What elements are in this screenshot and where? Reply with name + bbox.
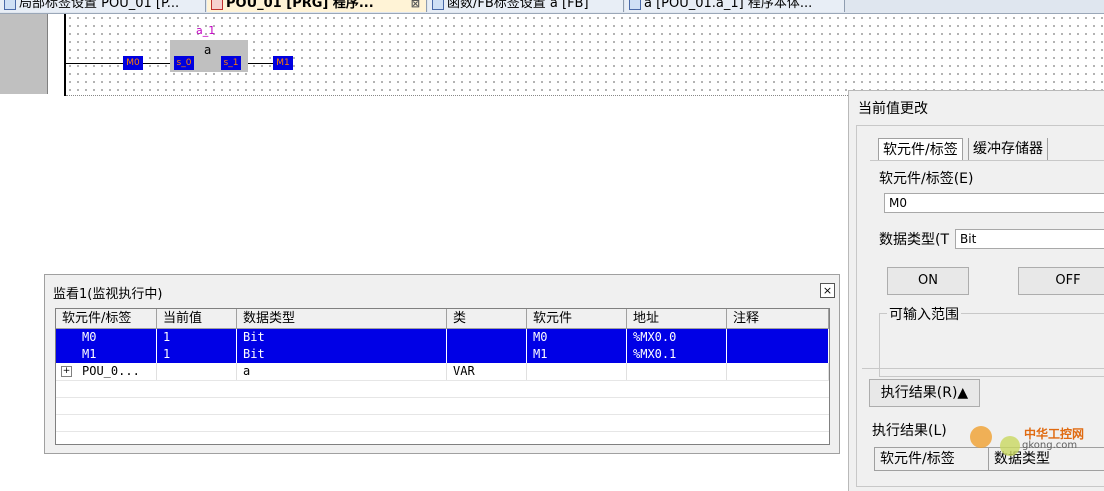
cell-class: [447, 346, 527, 363]
left-power-rail: [64, 14, 66, 96]
watch-title: 监看1(监视执行中): [53, 287, 163, 302]
cell-address: %MX0.1: [627, 346, 727, 363]
tab-program-pou01[interactable]: POU_01 [PRG] 程序... ⊠: [207, 0, 427, 12]
tab-fb-label-settings[interactable]: 函数/FB标签设置 a [FB]: [428, 0, 624, 12]
datatype-select[interactable]: Bit: [955, 229, 1104, 249]
empty-row[interactable]: [56, 397, 829, 415]
empty-row[interactable]: [56, 414, 829, 432]
device-input[interactable]: M0: [884, 193, 1104, 213]
program-icon: [629, 0, 641, 10]
exec-result-label: 执行结果(L): [872, 423, 947, 439]
contact-m0[interactable]: M0: [123, 56, 143, 70]
cell-device: M0: [527, 329, 627, 346]
column-header[interactable]: 软元件: [527, 309, 627, 328]
tab-device-label[interactable]: 软元件/标签: [878, 138, 963, 161]
cell-value: 1: [157, 329, 237, 346]
cell-address: %MX0.0: [627, 329, 727, 346]
datatype-label: 数据类型(T: [879, 232, 950, 248]
cell-type: Bit: [237, 346, 447, 363]
cell-name: POU_0...: [56, 363, 157, 380]
cell-type: Bit: [237, 329, 447, 346]
cell-comment: [727, 346, 829, 363]
table-row[interactable]: M1 1 Bit M1 %MX0.1: [56, 346, 829, 364]
cell-class: VAR: [447, 363, 527, 380]
cell-device: M1: [527, 346, 627, 363]
dialog-title: 当前值更改: [858, 101, 928, 117]
column-header[interactable]: 当前值: [157, 309, 237, 328]
fb-input-pin[interactable]: s_0: [174, 56, 194, 70]
tab-underline: [870, 160, 1104, 161]
tab-label: POU_01 [PRG] 程序...: [226, 0, 374, 11]
cell-class: [447, 329, 527, 346]
cell-name: M0: [56, 329, 157, 346]
cell-device: [527, 363, 627, 380]
fb-instance-name[interactable]: a_1: [196, 24, 215, 37]
column-header[interactable]: 注释: [727, 309, 829, 328]
watch-table-header: 软元件/标签 当前值 数据类型 类 软元件 地址 注释: [56, 309, 829, 329]
column-header[interactable]: 数据类型: [237, 309, 447, 328]
column-header[interactable]: 软元件/标签: [56, 309, 157, 328]
table-icon: [4, 0, 16, 10]
wire-rail-to-contact: [66, 63, 124, 64]
close-tab-icon[interactable]: ⊠: [411, 0, 420, 12]
device-label: 软元件/标签(E): [879, 171, 974, 187]
tab-local-label-settings[interactable]: 局部标签设置 POU_01 [P...: [0, 0, 206, 12]
watermark-gear-icon: [1000, 436, 1020, 456]
watermark-url: gkong.com: [1022, 440, 1078, 451]
exec-result-toggle-button[interactable]: 执行结果(R)▲: [869, 379, 980, 407]
input-range-label: 可输入范围: [887, 304, 961, 324]
cell-name: M1: [56, 346, 157, 363]
cell-address: [627, 363, 727, 380]
fb-type-name: a: [204, 43, 212, 57]
cell-type: a: [237, 363, 447, 380]
on-button[interactable]: ON: [887, 267, 969, 295]
tab-fb-program-body[interactable]: a [POU_01.a_1] 程序本体...: [625, 0, 845, 12]
off-button[interactable]: OFF: [1018, 267, 1104, 295]
cell-value: [157, 363, 237, 380]
separator: [862, 368, 1104, 369]
watch-table[interactable]: 软元件/标签 当前值 数据类型 类 软元件 地址 注释 M0 1 Bit M0 …: [55, 308, 830, 445]
ladder-gutter: [0, 14, 48, 94]
cell-comment: [727, 329, 829, 346]
tab-label: 函数/FB标签设置 a [FB]: [447, 0, 589, 11]
watch-window[interactable]: 监看1(监视执行中) × 软元件/标签 当前值 数据类型 类 软元件 地址 注释…: [44, 274, 840, 454]
table-icon: [432, 0, 444, 10]
coil-m1[interactable]: M1: [273, 56, 293, 70]
column-header[interactable]: 地址: [627, 309, 727, 328]
document-tab-bar: 局部标签设置 POU_01 [P... POU_01 [PRG] 程序... ⊠ …: [0, 0, 1104, 14]
cell-value: 1: [157, 346, 237, 363]
wire-fb-to-coil: [248, 63, 274, 64]
tab-label: 局部标签设置 POU_01 [P...: [19, 0, 180, 11]
table-row[interactable]: M0 1 Bit M0 %MX0.0: [56, 329, 829, 347]
empty-row[interactable]: [56, 431, 829, 444]
program-icon: [211, 0, 223, 10]
column-header[interactable]: 软元件/标签: [875, 448, 989, 470]
watermark-gear-icon: [970, 426, 992, 448]
tab-label: a [POU_01.a_1] 程序本体...: [644, 0, 813, 11]
column-header[interactable]: 类: [447, 309, 527, 328]
empty-row[interactable]: [56, 380, 829, 398]
cell-comment: [727, 363, 829, 380]
table-row[interactable]: + POU_0... a VAR: [56, 363, 829, 381]
fb-output-pin[interactable]: s_1: [221, 56, 241, 70]
close-icon[interactable]: ×: [820, 283, 835, 298]
tab-buffer-memory[interactable]: 缓冲存储器: [968, 138, 1048, 160]
